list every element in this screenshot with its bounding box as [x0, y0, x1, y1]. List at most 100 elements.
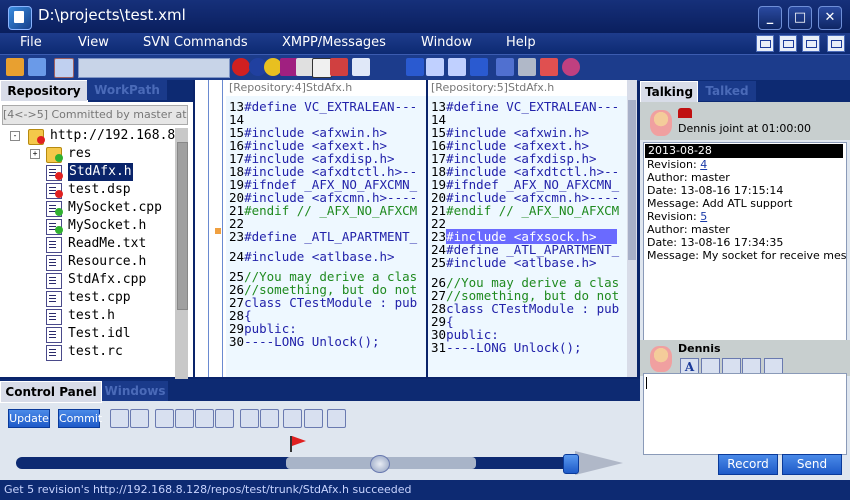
- added-badge-icon: [55, 226, 63, 234]
- line-number: 24: [229, 249, 245, 264]
- tree-item-label: res: [68, 146, 92, 161]
- code-line: 13#define VC_EXTRALEAN---: [229, 100, 417, 113]
- star-icon[interactable]: [426, 58, 444, 76]
- filter-icon[interactable]: [54, 58, 74, 78]
- tab-talking[interactable]: Talking: [640, 81, 698, 103]
- toolbar-field[interactable]: [78, 58, 230, 78]
- open-folder-icon[interactable]: [6, 58, 24, 76]
- code-line: 31----LONG Unlock();: [431, 341, 582, 354]
- flag-icon[interactable]: [283, 409, 302, 428]
- menu-xmpp-messages[interactable]: XMPP/Messages: [282, 35, 386, 50]
- tab-repository[interactable]: Repository: [0, 80, 88, 102]
- network-sync-icon[interactable]: [215, 409, 234, 428]
- text-cursor: [646, 377, 647, 389]
- timeline-knob[interactable]: [370, 455, 390, 473]
- timeline-end-handle[interactable]: [563, 454, 579, 474]
- log-line: Date: 13-08-16 17:15:14: [647, 184, 784, 197]
- update-button[interactable]: Update: [8, 409, 50, 428]
- editor-repository-4[interactable]: [Repository:4]StdAfx.h 13#define VC_EXTR…: [226, 80, 428, 377]
- code-line: 23#define _ATL_APARTMENT_: [229, 230, 417, 243]
- log-date: 2013-08-28: [645, 144, 843, 158]
- network-icon[interactable]: [155, 409, 174, 428]
- gutter-line: [208, 80, 209, 377]
- down-arrow-icon[interactable]: [470, 58, 488, 76]
- user-name: Dennis: [678, 342, 721, 355]
- tile-icon[interactable]: [756, 35, 774, 52]
- maximize-button[interactable]: □: [788, 6, 812, 30]
- code-line: 13#define VC_EXTRALEAN---: [431, 100, 619, 113]
- record-button[interactable]: Record: [718, 454, 778, 475]
- flag-marker-icon: [290, 436, 306, 452]
- print-icon[interactable]: [518, 58, 536, 76]
- resource-file-icon: [46, 345, 62, 361]
- tree-item-label: MySocket.h: [68, 218, 147, 233]
- tree-item-label: StdAfx.cpp: [68, 272, 147, 287]
- tree-item-label: StdAfx.h: [68, 163, 133, 181]
- avatar: [650, 110, 672, 136]
- menu-file[interactable]: File: [20, 35, 42, 50]
- phone-icon: [678, 108, 692, 118]
- menu-window[interactable]: Window: [421, 35, 472, 50]
- dropdown-icon[interactable]: [312, 58, 332, 78]
- compare-icon[interactable]: [540, 58, 558, 76]
- code-text: ----LONG Unlock();: [244, 334, 380, 349]
- pin-icon[interactable]: [352, 58, 370, 76]
- revision-link[interactable]: 4: [700, 158, 707, 171]
- file-icon: [46, 327, 62, 343]
- code-text: #include <atlbase.h>: [244, 249, 395, 264]
- calendar-icon[interactable]: [327, 409, 346, 428]
- search-forward-icon[interactable]: [260, 409, 279, 428]
- header-file-icon: [46, 255, 62, 271]
- toolbar: [0, 54, 850, 81]
- ok-badge-icon: [55, 154, 63, 162]
- repository-panel: Repository WorkPath [4<->5] Committed by…: [0, 80, 193, 408]
- up-arrow-icon[interactable]: [406, 58, 424, 76]
- menu-view[interactable]: View: [78, 35, 109, 50]
- sparkle-icon[interactable]: [448, 58, 466, 76]
- list-view-icon[interactable]: [496, 58, 514, 76]
- timeline-arrow: [575, 451, 623, 475]
- close-button[interactable]: ✕: [818, 6, 842, 30]
- menu-help[interactable]: Help: [506, 35, 536, 50]
- chat-log[interactable]: 2013-08-28 Revision: 4 Author: master Da…: [643, 142, 847, 344]
- commit-button[interactable]: Commit: [58, 409, 102, 428]
- network-remove-icon[interactable]: [195, 409, 214, 428]
- tab-windows[interactable]: Windows: [102, 381, 168, 401]
- status-bar: Get 5 revision's http://192.168.8.128/re…: [0, 480, 850, 500]
- log-line: Message: My socket for receive message: [647, 249, 847, 262]
- search-icon[interactable]: [330, 58, 348, 76]
- expand-icon[interactable]: +: [30, 149, 40, 159]
- message-input[interactable]: [643, 373, 847, 455]
- refresh-icon[interactable]: [562, 58, 580, 76]
- chat-header: Dennis joint at 01:00:00: [640, 102, 850, 140]
- collapse-icon[interactable]: -: [10, 131, 20, 141]
- code-line: 21#endif // _AFX_NO_AFXCM: [431, 204, 619, 217]
- tab-workpath[interactable]: WorkPath: [87, 80, 167, 100]
- minimize-button[interactable]: _: [758, 6, 782, 30]
- revision-link[interactable]: 5: [700, 210, 707, 223]
- tab-talked[interactable]: Talked: [698, 81, 756, 101]
- code-line: 25#include <atlbase.h>: [431, 256, 597, 269]
- tab-control-panel[interactable]: Control Panel: [0, 381, 102, 403]
- send-button[interactable]: Send: [782, 454, 842, 475]
- mdi-close-icon[interactable]: [827, 35, 845, 52]
- merge-icon[interactable]: [110, 409, 129, 428]
- branch-icon[interactable]: [130, 409, 149, 428]
- code-text: #include <atlbase.h>: [446, 255, 597, 270]
- menu-svn-commands[interactable]: SVN Commands: [143, 35, 248, 50]
- search-back-icon[interactable]: [240, 409, 259, 428]
- code-line: 30----LONG Unlock();: [229, 335, 380, 348]
- sync-icon[interactable]: [304, 409, 323, 428]
- editor-repository-5[interactable]: [Repository:5]StdAfx.h 13#define VC_EXTR…: [428, 80, 627, 377]
- restore-icon[interactable]: [779, 35, 797, 52]
- modified-badge-icon: [55, 190, 63, 198]
- w-icon[interactable]: [232, 58, 250, 76]
- editor-header: [Repository:5]StdAfx.h: [428, 80, 627, 96]
- browse-icon[interactable]: [28, 58, 46, 76]
- arrange-icon[interactable]: [802, 35, 820, 52]
- code-text: #endif // _AFX_NO_AFXCM: [244, 203, 418, 218]
- control-panel: Control Panel Windows Update Commit: [0, 379, 640, 480]
- network-add-icon[interactable]: [175, 409, 194, 428]
- tree-scrollbar-thumb[interactable]: [177, 142, 188, 310]
- editor-scrollbar-thumb[interactable]: [628, 100, 636, 260]
